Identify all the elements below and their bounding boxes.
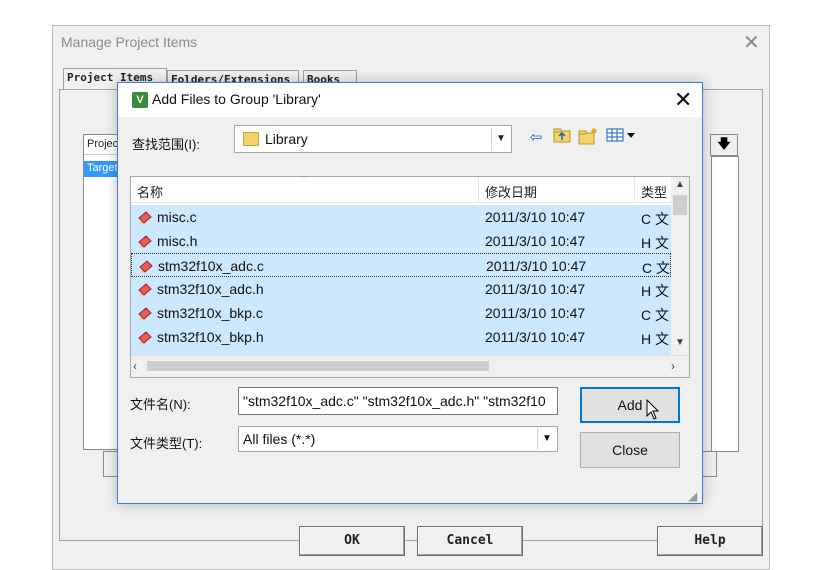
dialog-title: Add Files to Group 'Library'	[152, 91, 321, 107]
resize-grip-icon[interactable]: ◢	[688, 489, 697, 503]
filename-label: 文件名(N):	[130, 397, 191, 412]
close-icon[interactable]: ✕	[743, 30, 760, 54]
keil-app-icon: V	[132, 92, 148, 108]
scroll-left-icon[interactable]: ‹	[133, 359, 137, 373]
file-modified: 2011/3/10 10:47	[485, 233, 586, 249]
file-modified: 2011/3/10 10:47	[485, 281, 586, 297]
source-file-icon	[139, 260, 153, 273]
file-name: misc.c	[157, 209, 197, 225]
dialog-titlebar: V Add Files to Group 'Library' ✕	[118, 83, 702, 117]
file-modified: 2011/3/10 10:47	[486, 258, 587, 274]
window-title: Manage Project Items	[61, 34, 198, 50]
ok-button[interactable]: OK	[299, 526, 405, 556]
scroll-up-icon[interactable]: ▲	[671, 179, 689, 190]
files-list[interactable]	[711, 156, 739, 452]
file-row[interactable]: misc.h 2011/3/10 10:47 H 文	[131, 229, 671, 253]
source-file-icon	[138, 283, 152, 296]
cancel-button[interactable]: Cancel	[417, 526, 523, 556]
file-row[interactable]: stm32f10x_bkp.c 2011/3/10 10:47 C 文	[131, 301, 671, 325]
vertical-scrollbar[interactable]: ▲ ▼	[671, 177, 689, 355]
look-in-label: 查找范围(I):	[132, 137, 200, 152]
column-modified[interactable]: 修改日期	[479, 177, 635, 203]
chevron-down-icon[interactable]: ▼	[537, 428, 556, 450]
close-button[interactable]: Close	[580, 432, 680, 468]
scroll-thumb[interactable]	[147, 361, 489, 371]
file-name: misc.h	[157, 233, 198, 249]
file-type: H 文	[641, 283, 669, 299]
look-in-value: Library	[265, 131, 308, 147]
horizontal-scrollbar[interactable]: ‹ ›	[131, 355, 689, 377]
add-files-dialog: V Add Files to Group 'Library' ✕ 查找范围(I)…	[117, 82, 703, 504]
filetype-value: All files (*.*)	[243, 431, 316, 447]
file-row[interactable]: stm32f10x_bkp.h 2011/3/10 10:47 H 文	[131, 325, 671, 349]
filename-input[interactable]: "stm32f10x_adc.c" "stm32f10x_adc.h" "stm…	[238, 387, 558, 415]
filetype-dropdown[interactable]: All files (*.*) ▼	[238, 426, 558, 452]
back-icon[interactable]: ⇦	[525, 127, 547, 149]
chevron-down-icon[interactable]: ▼	[491, 128, 510, 150]
source-file-icon	[138, 307, 152, 320]
file-name: stm32f10x_adc.h	[157, 281, 264, 297]
file-modified: 2011/3/10 10:47	[485, 305, 586, 321]
scroll-right-icon[interactable]: ›	[671, 359, 675, 373]
source-file-icon	[138, 331, 152, 344]
file-list[interactable]: 名称 ⌃ 修改日期 类型 misc.c 2011/3/10 10:47 C 文 …	[130, 176, 690, 378]
new-folder-icon[interactable]	[577, 127, 599, 149]
add-button[interactable]: Add	[580, 387, 680, 423]
source-file-icon	[138, 235, 152, 248]
sort-ascending-icon: ⌃	[299, 176, 309, 186]
column-header-row: 名称 ⌃ 修改日期 类型	[131, 177, 671, 203]
file-name: stm32f10x_bkp.c	[157, 305, 263, 321]
look-in-dropdown[interactable]: Library ▼	[234, 125, 512, 153]
file-row[interactable]: misc.c 2011/3/10 10:47 C 文	[131, 205, 671, 229]
column-type[interactable]: 类型	[635, 177, 675, 203]
folder-icon	[243, 132, 259, 146]
view-menu-icon[interactable]	[605, 127, 637, 149]
file-type: C 文	[641, 307, 669, 323]
file-row[interactable]: stm32f10x_adc.h 2011/3/10 10:47 H 文	[131, 277, 671, 301]
file-type: H 文	[641, 331, 669, 347]
scroll-thumb[interactable]	[673, 195, 687, 215]
file-name: stm32f10x_bkp.h	[157, 329, 264, 345]
filetype-label: 文件类型(T):	[130, 436, 203, 451]
file-modified: 2011/3/10 10:47	[485, 329, 586, 345]
mouse-cursor-icon	[646, 399, 660, 420]
scroll-down-icon[interactable]: ▼	[671, 337, 689, 348]
source-file-icon	[138, 211, 152, 224]
file-type: C 文	[641, 211, 669, 227]
help-button[interactable]: Help	[657, 526, 763, 556]
up-folder-icon[interactable]	[551, 127, 573, 149]
file-type: C 文	[642, 260, 670, 276]
move-down-button[interactable]: 🡇	[710, 134, 738, 156]
file-row[interactable]: stm32f10x_adc.c 2011/3/10 10:47 C 文	[131, 253, 671, 277]
close-icon[interactable]: ✕	[674, 87, 692, 113]
file-type: H 文	[641, 235, 669, 251]
file-name: stm32f10x_adc.c	[158, 258, 264, 274]
file-modified: 2011/3/10 10:47	[485, 209, 586, 225]
